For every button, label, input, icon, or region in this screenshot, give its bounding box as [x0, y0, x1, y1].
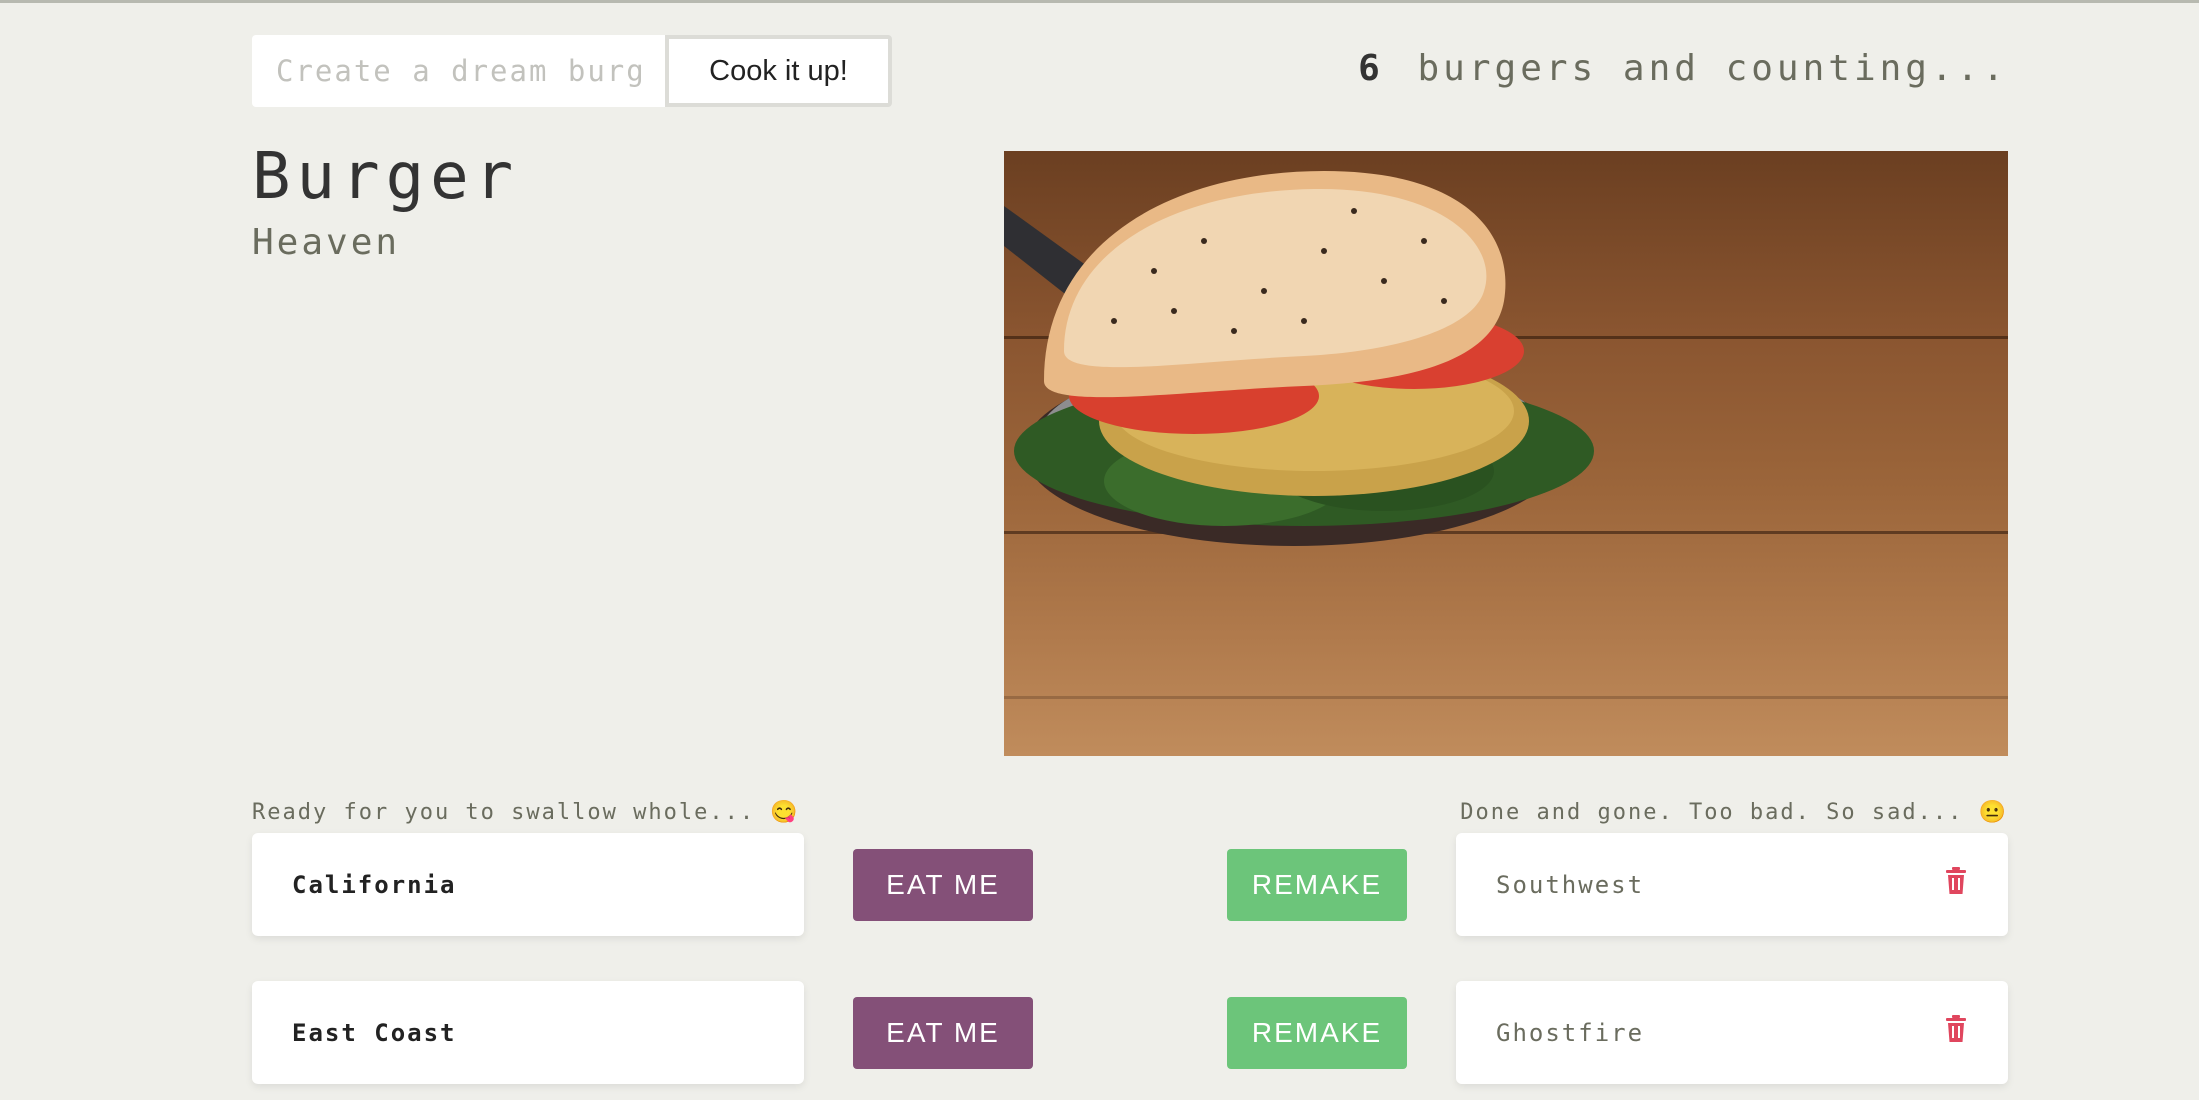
ready-burger-item: California — [252, 833, 804, 936]
burger-illustration — [1004, 171, 1594, 546]
remake-button[interactable]: REMAKE — [1227, 849, 1407, 921]
burger-name-input[interactable] — [252, 35, 665, 107]
burger-counter: 6 burgers and counting... — [1358, 48, 2008, 89]
cook-it-up-button[interactable]: Cook it up! — [665, 35, 892, 107]
hero-burger-image — [1004, 151, 2008, 756]
eaten-burger-name: Southwest — [1496, 870, 1645, 899]
eat-me-button[interactable]: EAT ME — [853, 849, 1033, 921]
page-title: Burger — [252, 140, 520, 214]
page-container: Cook it up! 6 burgers and counting... Bu… — [252, 0, 2008, 1100]
burger-count-label: burgers and counting... — [1417, 48, 2008, 89]
eaten-burger-name: Ghostfire — [1496, 1018, 1645, 1047]
ready-burger-name: East Coast — [292, 1018, 457, 1047]
eat-me-button[interactable]: EAT ME — [853, 997, 1033, 1069]
create-burger-form: Cook it up! — [252, 35, 892, 107]
eaten-burger-item: Southwest — [1456, 833, 2008, 936]
burger-count: 6 — [1358, 48, 1384, 89]
ready-burger-name: California — [292, 870, 457, 899]
ready-list-caption: Ready for you to swallow whole... 😋 — [252, 800, 800, 825]
eaten-burger-item: Ghostfire — [1456, 981, 2008, 1084]
remake-button[interactable]: REMAKE — [1227, 997, 1407, 1069]
page-subtitle: Heaven — [252, 222, 401, 263]
ready-burger-item: East Coast — [252, 981, 804, 1084]
eaten-list-caption: Done and gone. Too bad. So sad... 😐 — [1460, 800, 2008, 825]
trash-icon[interactable] — [1944, 1015, 1968, 1043]
trash-icon[interactable] — [1944, 867, 1968, 895]
